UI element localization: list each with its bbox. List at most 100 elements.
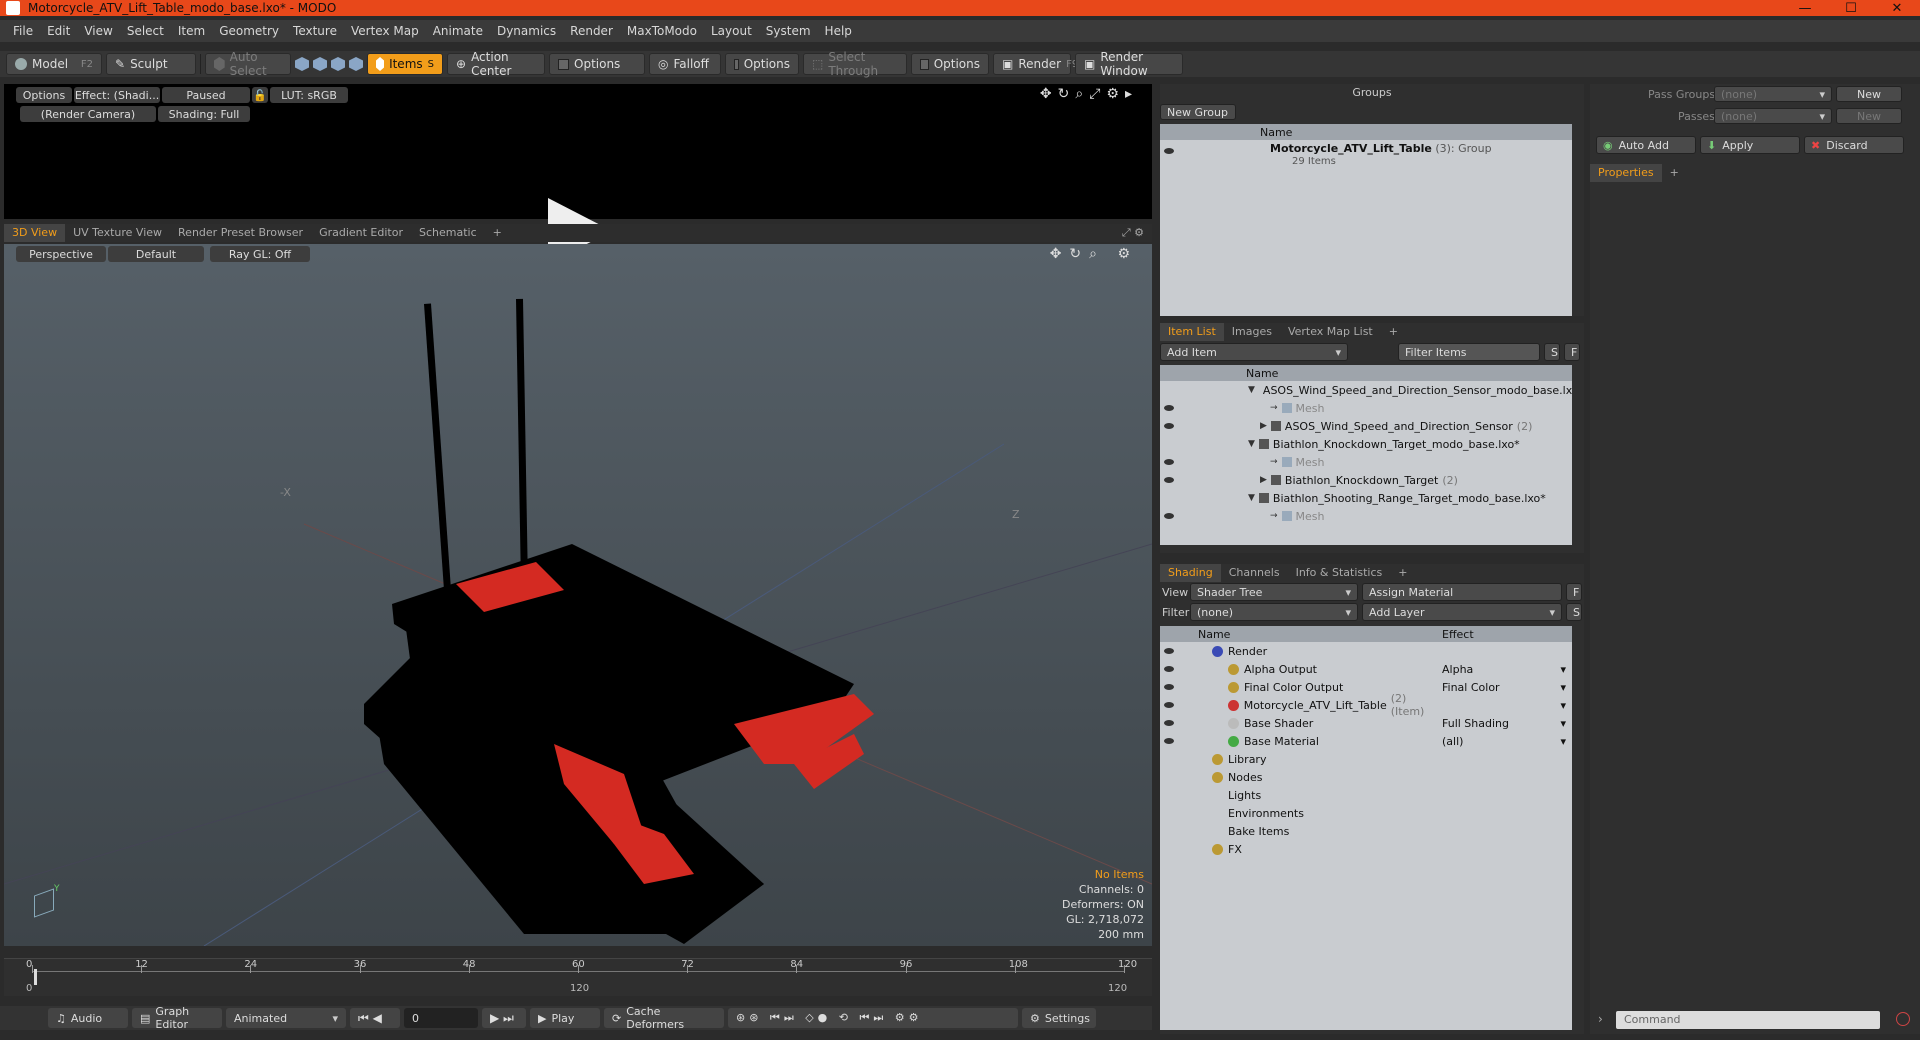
tab-uv-texture-view[interactable]: UV Texture View [65, 224, 170, 242]
expand-arrow-icon[interactable]: ▼ [1248, 385, 1255, 395]
render-options-button[interactable]: Options [16, 87, 72, 103]
filter-items-input[interactable]: Filter Items [1398, 343, 1540, 361]
minimize-button[interactable]: — [1782, 0, 1828, 16]
add-tab-button[interactable]: + [1390, 564, 1415, 582]
tab-shading[interactable]: Shading [1160, 564, 1221, 582]
add-tab-button[interactable]: + [1381, 323, 1406, 341]
menu-view[interactable]: View [77, 24, 119, 38]
items-mode-button[interactable]: Items S [367, 53, 443, 75]
view-expand-icon[interactable]: ⤢ ⚙ [1114, 224, 1152, 242]
visibility-icon[interactable] [1164, 513, 1174, 519]
action-center-options-button[interactable]: Options [549, 53, 645, 75]
visibility-icon[interactable] [1164, 738, 1174, 744]
menu-geometry[interactable]: Geometry [212, 24, 286, 38]
3d-viewport[interactable]: Perspective Default Ray GL: Off ✥↻⌕ ⚙ -X… [4, 244, 1152, 946]
sculpt-mode-button[interactable]: ✎ Sculpt [106, 53, 196, 75]
model-mode-button[interactable]: Model F2 [6, 53, 102, 75]
skip-back-icon[interactable]: ⏮ ◀ [350, 1008, 400, 1028]
render-button[interactable]: ▣ Render F9 [993, 53, 1078, 75]
menu-vertex-map[interactable]: Vertex Map [344, 24, 426, 38]
atv-lift-table-model[interactable] [4, 244, 1152, 946]
item-list-row[interactable]: ▼ Biathlon_Shooting_Range_Target_modo_bas… [1160, 489, 1572, 507]
tab-info-statistics[interactable]: Info & Statistics [1288, 564, 1391, 582]
group-row[interactable]: Motorcycle_ATV_Lift_Table (3): Group 29 … [1160, 140, 1572, 170]
paused-button[interactable]: Paused [162, 87, 250, 103]
skip-forward-icon[interactable]: ▶ ⏭ [482, 1008, 526, 1028]
assign-material-button[interactable]: Assign Material [1362, 583, 1562, 601]
visibility-icon[interactable] [1164, 148, 1174, 154]
settings-button[interactable]: ⚙ Settings [1022, 1008, 1096, 1028]
audio-button[interactable]: ♫ Audio [48, 1008, 128, 1028]
vertex-mode-icon[interactable] [295, 57, 309, 71]
graph-editor-button[interactable]: ▤ Graph Editor [132, 1005, 222, 1031]
dropdown-arrow-icon[interactable]: ▾ [1560, 663, 1566, 676]
tab-gradient-editor[interactable]: Gradient Editor [311, 224, 411, 242]
item-list-row[interactable]: ▶ Biathlon_Knockdown_Target (2) [1160, 471, 1572, 489]
shader-tree-row[interactable]: FX [1160, 840, 1572, 858]
visibility-icon[interactable] [1164, 720, 1174, 726]
visibility-icon[interactable] [1164, 702, 1174, 708]
shader-tree-row[interactable]: Alpha Output Alpha ▾ [1160, 660, 1572, 678]
render-preview[interactable]: Options Effect: (Shadi... Paused 🔓 LUT: … [4, 84, 1152, 264]
tab-properties[interactable]: Properties [1590, 164, 1662, 182]
shader-row-effect[interactable]: Full Shading ▾ [1442, 717, 1572, 730]
new-pass-button[interactable]: New [1836, 86, 1902, 102]
render-view-controls-icon[interactable]: ✥↻⌕⤢⚙▸ [1040, 86, 1138, 102]
shader-tree-row[interactable]: Render [1160, 642, 1572, 660]
collapse-arrow-icon[interactable]: ▶ [1260, 421, 1267, 431]
pass-groups-dropdown[interactable]: (none) [1714, 86, 1832, 102]
menu-maxtomodo[interactable]: MaxToModo [620, 24, 704, 38]
falloff-options-button[interactable]: Options [725, 53, 799, 75]
expand-arrow-icon[interactable]: ▼ [1248, 493, 1255, 503]
dropdown-arrow-icon[interactable]: ▾ [1560, 717, 1566, 730]
menu-select[interactable]: Select [120, 24, 171, 38]
item-list-s-button[interactable]: S [1544, 343, 1560, 361]
discard-button[interactable]: ✖ Discard [1804, 136, 1904, 154]
add-item-dropdown[interactable]: Add Item [1160, 343, 1348, 361]
passes-dropdown[interactable]: (none) [1714, 108, 1832, 124]
frame-input[interactable]: 0 [404, 1008, 478, 1028]
link-arrow-icon[interactable]: → [1270, 403, 1278, 413]
select-options-button[interactable]: Options [911, 53, 989, 75]
shading-dropdown[interactable]: Shading: Full [158, 106, 250, 122]
action-center-button[interactable]: ⊕ Action Center [447, 50, 545, 78]
visibility-icon[interactable] [1164, 405, 1174, 411]
menu-system[interactable]: System [759, 24, 818, 38]
shader-row-effect[interactable]: Alpha ▾ [1442, 663, 1572, 676]
shading-s-button[interactable]: S [1566, 603, 1582, 621]
shader-tree-row[interactable]: Lights [1160, 786, 1572, 804]
select-through-button[interactable]: ⬚ Select Through [803, 50, 907, 78]
menu-render[interactable]: Render [563, 24, 620, 38]
link-arrow-icon[interactable]: → [1270, 511, 1278, 521]
auto-select-button[interactable]: Auto Select [205, 50, 291, 78]
tab-item-list[interactable]: Item List [1160, 323, 1224, 341]
visibility-icon[interactable] [1164, 684, 1174, 690]
auto-add-button[interactable]: ◉ Auto Add [1596, 136, 1696, 154]
dropdown-arrow-icon[interactable]: ▾ [1560, 735, 1566, 748]
play-button[interactable]: ▶ Play [530, 1008, 600, 1028]
shader-tree-row[interactable]: Nodes [1160, 768, 1572, 786]
animated-dropdown[interactable]: Animated [226, 1008, 346, 1028]
falloff-button[interactable]: ◎ Falloff [649, 53, 721, 75]
add-tab-button[interactable]: + [485, 224, 510, 242]
dropdown-arrow-icon[interactable]: ▾ [1560, 681, 1566, 694]
tab-images[interactable]: Images [1224, 323, 1280, 341]
menu-item[interactable]: Item [171, 24, 212, 38]
shader-tree-row[interactable]: Base Shader Full Shading ▾ [1160, 714, 1572, 732]
visibility-icon[interactable] [1164, 666, 1174, 672]
item-list-f-button[interactable]: F [1564, 343, 1580, 361]
keyframe-tools-icon[interactable]: ⊛⊛ ⏮⏭ ◇● ⟲ ⏮⏭ ⚙⚙ [728, 1008, 1018, 1028]
collapse-arrow-icon[interactable]: ▶ [1260, 475, 1267, 485]
shader-tree-dropdown[interactable]: Shader Tree [1190, 583, 1358, 601]
new-group-button[interactable]: New Group [1160, 104, 1236, 120]
item-list-row[interactable]: → Mesh [1160, 399, 1572, 417]
cache-deformers-button[interactable]: ⟳ Cache Deformers [604, 1005, 724, 1031]
new-passes-button[interactable]: New [1836, 108, 1902, 124]
visibility-icon[interactable] [1164, 477, 1174, 483]
timeline[interactable]: 0 12 24 36 48 60 72 84 96 108 120 0 120 120 [4, 958, 1152, 996]
filter-dropdown[interactable]: (none) [1190, 603, 1358, 621]
shader-row-effect[interactable]: (all) ▾ [1442, 735, 1572, 748]
add-layer-dropdown[interactable]: Add Layer [1362, 603, 1562, 621]
shader-tree-row[interactable]: Library [1160, 750, 1572, 768]
item-list-row[interactable]: ▶ ASOS_Wind_Speed_and_Direction_Sensor (2) [1160, 417, 1572, 435]
